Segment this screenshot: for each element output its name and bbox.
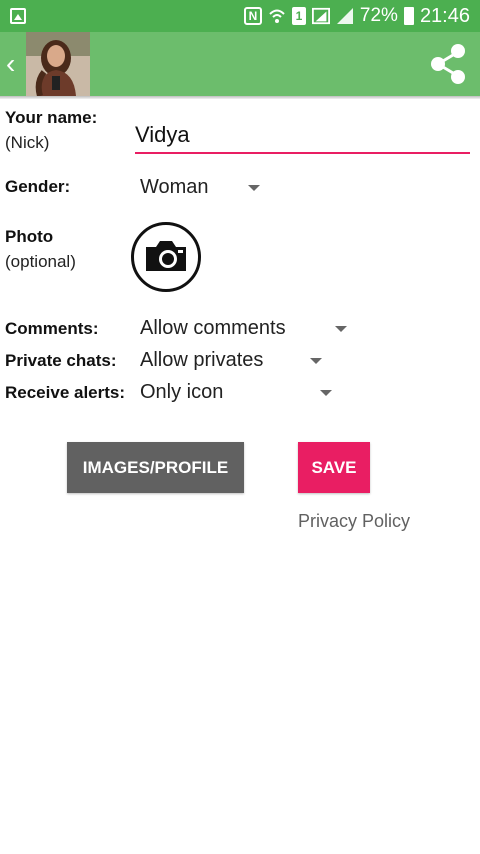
privacy-policy-link[interactable]: Privacy Policy: [298, 511, 410, 532]
signal-icon: [336, 8, 353, 24]
photo-label: Photo: [5, 227, 54, 246]
photo-sublabel: (optional): [5, 252, 76, 271]
name-sublabel: (Nick): [5, 133, 50, 152]
alerts-dropdown[interactable]: Only icon: [140, 378, 340, 406]
private-chats-value: Allow privates: [140, 348, 264, 371]
comments-value: Allow comments: [140, 316, 286, 339]
comments-label: Comments:: [5, 319, 99, 338]
add-photo-button[interactable]: [131, 222, 201, 292]
gender-dropdown[interactable]: Woman: [140, 173, 270, 201]
name-label: Your name:: [5, 108, 98, 127]
avatar[interactable]: [26, 32, 90, 96]
sim-icon: 1: [291, 7, 306, 25]
nfc-icon: N: [243, 7, 262, 25]
dropdown-arrow-icon: [335, 326, 347, 332]
status-icons: N 1 72% 21:46: [243, 4, 470, 27]
divider: [0, 96, 480, 99]
private-chats-dropdown[interactable]: Allow privates: [140, 346, 330, 374]
dropdown-arrow-icon: [248, 185, 260, 191]
dropdown-arrow-icon: [310, 358, 322, 364]
battery-icon: [403, 7, 414, 25]
alerts-label: Receive alerts:: [5, 383, 126, 402]
gender-label: Gender:: [5, 177, 71, 196]
status-bar: N 1 72% 21:46: [0, 0, 480, 32]
name-input[interactable]: [135, 118, 470, 154]
gender-value: Woman: [140, 175, 209, 198]
private-chats-label: Private chats:: [5, 351, 117, 370]
comments-dropdown[interactable]: Allow comments: [140, 314, 355, 342]
profile-photo: [26, 32, 90, 96]
chevron-left-icon[interactable]: ‹: [6, 50, 22, 78]
alerts-value: Only icon: [140, 380, 224, 403]
images-profile-button[interactable]: IMAGES/PROFILE: [67, 442, 244, 493]
wifi-icon: [269, 9, 285, 23]
share-icon[interactable]: [424, 40, 472, 88]
save-button[interactable]: SAVE: [298, 442, 370, 493]
clock: 21:46: [419, 4, 470, 27]
battery-percent: 72%: [359, 5, 398, 26]
gallery-icon: [10, 8, 26, 24]
dropdown-arrow-icon: [320, 390, 332, 396]
camera-icon: [146, 241, 186, 271]
app-bar: ‹: [0, 32, 480, 96]
signal-icon: [311, 7, 330, 25]
